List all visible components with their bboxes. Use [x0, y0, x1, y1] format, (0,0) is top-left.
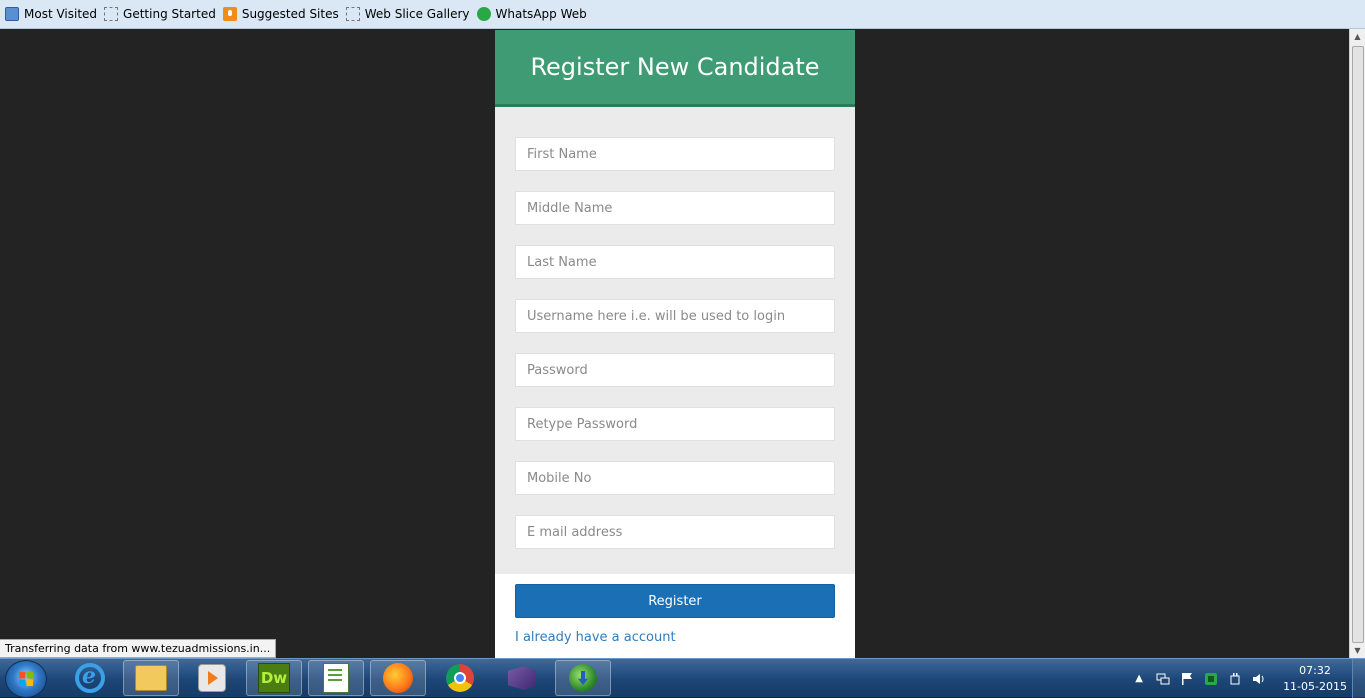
bookmarks-toolbar: Most Visited Getting Started Suggested S…: [0, 0, 1365, 29]
dreamweaver-icon: Dw: [258, 663, 290, 693]
folder-icon: [135, 665, 167, 691]
bookmark-label: Getting Started: [123, 7, 216, 21]
start-button[interactable]: [5, 660, 47, 698]
scroll-down-icon[interactable]: ▼: [1350, 643, 1365, 658]
show-desktop-button[interactable]: [1352, 659, 1365, 698]
taskbar-windows-explorer[interactable]: [123, 660, 179, 696]
volume-icon[interactable]: [1252, 672, 1266, 686]
taskbar-notepad-plus-plus[interactable]: [308, 660, 364, 696]
taskbar-visual-studio[interactable]: [494, 660, 550, 696]
register-card: Register New Candidate Register I alread…: [495, 30, 855, 658]
taskbar-internet-explorer[interactable]: [62, 660, 118, 696]
clock[interactable]: 07:32 11-05-2015: [1283, 663, 1347, 695]
bookmark-label: WhatsApp Web: [495, 7, 587, 21]
last-name-input[interactable]: [515, 245, 835, 279]
password-input[interactable]: [515, 353, 835, 387]
download-manager-icon: [569, 664, 597, 692]
clock-time: 07:32: [1299, 663, 1331, 677]
mobile-input[interactable]: [515, 461, 835, 495]
card-body: [495, 107, 855, 574]
taskbar-download-manager[interactable]: [555, 660, 611, 696]
page-icon: [104, 7, 119, 21]
page-title: Register New Candidate: [530, 53, 820, 81]
bookmark-getting-started[interactable]: Getting Started: [104, 4, 216, 24]
bookmark-label: Most Visited: [24, 7, 98, 21]
page-icon: [345, 7, 360, 21]
retype-password-input[interactable]: [515, 407, 835, 441]
taskbar-dreamweaver[interactable]: Dw: [246, 660, 302, 696]
first-name-input[interactable]: [515, 137, 835, 171]
show-hidden-icons-icon[interactable]: ▲: [1132, 672, 1146, 686]
status-bar: Transferring data from www.tezuadmission…: [0, 639, 277, 658]
taskbar-media-player[interactable]: [184, 660, 240, 696]
bookmark-label: Suggested Sites: [241, 7, 339, 21]
clock-date: 11-05-2015: [1283, 679, 1347, 693]
taskbar: Dw ▲ 07:32 11-05-2015: [0, 658, 1365, 698]
username-input[interactable]: [515, 299, 835, 333]
action-center-flag-icon[interactable]: [1180, 672, 1194, 686]
taskbar-chrome[interactable]: [432, 660, 488, 696]
whatsapp-icon: [476, 7, 491, 21]
email-input[interactable]: [515, 515, 835, 549]
login-link[interactable]: I already have a account: [515, 630, 855, 645]
media-player-icon: [198, 664, 226, 692]
card-header: Register New Candidate: [495, 30, 855, 107]
notepad-plus-plus-icon: [323, 663, 349, 693]
scroll-up-icon[interactable]: ▲: [1350, 29, 1365, 44]
scroll-thumb[interactable]: [1352, 46, 1364, 643]
chrome-icon: [446, 664, 474, 692]
bookmark-most-visited[interactable]: Most Visited: [5, 4, 97, 24]
register-button[interactable]: Register: [515, 584, 835, 618]
middle-name-input[interactable]: [515, 191, 835, 225]
visual-studio-icon: [508, 666, 536, 690]
firefox-icon: [383, 663, 413, 693]
taskbar-firefox[interactable]: [370, 660, 426, 696]
suggested-sites-icon: [222, 7, 237, 21]
card-footer: Register I already have a account: [495, 574, 855, 645]
network-icon[interactable]: [1156, 672, 1170, 686]
green-status-icon[interactable]: [1204, 672, 1218, 686]
internet-explorer-icon: [75, 663, 105, 693]
bookmark-whatsapp-web[interactable]: WhatsApp Web: [476, 4, 587, 24]
power-plug-icon[interactable]: [1228, 672, 1242, 686]
system-tray: ▲ 07:32 11-05-2015: [1127, 659, 1347, 698]
windows-logo-icon: [19, 672, 33, 686]
bookmark-label: Web Slice Gallery: [364, 7, 470, 21]
most-visited-icon: [5, 7, 19, 21]
vertical-scrollbar[interactable]: ▲ ▼: [1349, 29, 1365, 658]
bookmark-web-slice-gallery[interactable]: Web Slice Gallery: [345, 4, 470, 24]
bookmark-suggested-sites[interactable]: Suggested Sites: [222, 4, 339, 24]
